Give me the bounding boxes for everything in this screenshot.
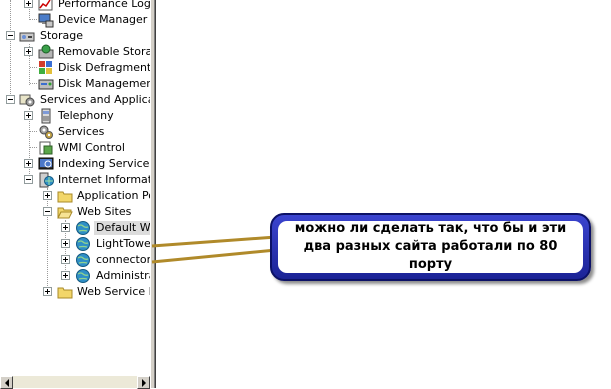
callout-body: можно ли сделать так, что бы и эти два р… [278, 221, 583, 273]
callout-connectors [151, 235, 277, 264]
connector-line-lighttower [151, 235, 277, 248]
annotation-callout: можно ли сделать так, что бы и эти два р… [270, 213, 591, 281]
connector-line-connectorp [151, 248, 277, 264]
callout-text: можно ли сделать так, что бы и эти два р… [295, 220, 567, 274]
callout-line: порту [408, 257, 453, 272]
callout-line: можно ли сделать так, что бы и эти [294, 221, 567, 236]
callout-line: два разных сайта работали по 80 [303, 239, 558, 254]
